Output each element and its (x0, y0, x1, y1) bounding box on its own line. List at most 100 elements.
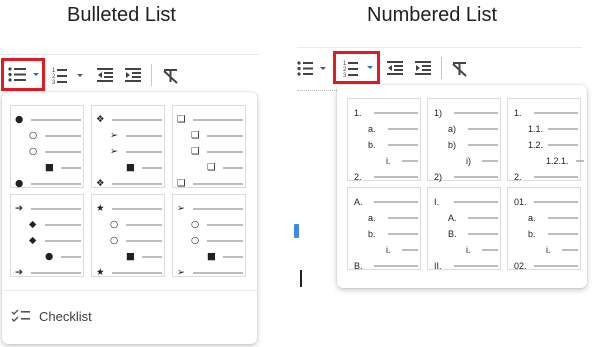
list-marker: B. (448, 229, 457, 239)
bulleted-list-icon (297, 61, 326, 76)
list-marker: 1.1. (528, 124, 544, 134)
list-marker: 2. (514, 172, 522, 182)
line-placeholder (482, 249, 498, 251)
clear-formatting-icon (163, 69, 178, 84)
list-marker: i. (466, 245, 471, 255)
numbered-list-menu: 1. a. b. i. 2. 1) a) b) i) 2) 1. 1.1. 1.2. 1.2.1. 2. A.… (337, 85, 587, 288)
document-text-fragment (294, 224, 299, 238)
bulleted-list-button[interactable] (1, 58, 45, 91)
list-marker: ○ (191, 235, 200, 246)
list-marker: ■ (126, 162, 135, 173)
list-marker: ■ (207, 251, 216, 262)
menu-divider (2, 290, 257, 291)
line-placeholder (45, 135, 81, 137)
line-placeholder (207, 224, 243, 226)
list-marker: i) (466, 156, 471, 166)
list-marker: a. (528, 213, 536, 223)
list-marker: ➔ (15, 203, 23, 214)
line-placeholder (548, 233, 578, 235)
line-placeholder (534, 112, 578, 114)
decrease-indent-button[interactable] (384, 55, 406, 81)
clear-formatting-button[interactable] (159, 62, 183, 88)
line-placeholder (207, 135, 243, 137)
line-placeholder (61, 256, 81, 258)
list-marker: ○ (29, 146, 38, 157)
numbered-preset-card[interactable]: 1. 1.1. 1.2. 1.2.1. 2. (507, 98, 584, 182)
line-placeholder (142, 256, 162, 258)
line-placeholder (468, 144, 498, 146)
line-placeholder (193, 183, 243, 185)
line-placeholder (468, 233, 498, 235)
list-marker: a. (368, 124, 376, 134)
list-marker: b. (368, 229, 376, 239)
line-placeholder (142, 167, 162, 169)
numbered-preset-card[interactable]: 01. a. b. i. 02. (507, 187, 581, 271)
increase-indent-button[interactable] (122, 62, 144, 88)
line-placeholder (548, 144, 578, 146)
list-marker: ■ (126, 251, 135, 262)
bullet-preset-card[interactable]: ❑ ❑ ❑ ❑ ❑ (172, 105, 246, 189)
increase-indent-icon (125, 68, 141, 82)
toolbar-separator (151, 64, 152, 86)
list-marker: ★ (96, 203, 105, 214)
toolbar-separator (441, 57, 442, 79)
bulleted-list-icon (8, 67, 39, 82)
line-placeholder (388, 144, 418, 146)
numbered-list-icon: 1 2 3 (343, 61, 373, 79)
list-marker: ○ (110, 235, 119, 246)
decrease-indent-icon (97, 68, 113, 82)
clear-formatting-button[interactable] (448, 55, 472, 81)
bulleted-list-button[interactable] (296, 55, 332, 81)
list-marker: 1. (514, 108, 522, 118)
line-placeholder (374, 265, 418, 267)
numbered-preset-card[interactable]: A. a. b. i. B. (347, 187, 421, 271)
list-marker: 1. (354, 108, 362, 118)
line-placeholder (223, 256, 243, 258)
bullet-preset-card[interactable]: ● ○ ○ ■ ● (10, 105, 84, 189)
list-marker: ❑ (207, 162, 216, 173)
numbered-preset-card[interactable]: 1) a) b) i) 2) (427, 98, 501, 182)
line-placeholder (45, 151, 81, 153)
numbered-list-heading: Numbered List (367, 4, 498, 26)
bullet-preset-card[interactable]: ★ ○ ○ ■ ★ (91, 194, 165, 278)
line-placeholder (534, 201, 578, 203)
bulleted-list-heading: Bulleted List (67, 4, 176, 26)
line-placeholder (562, 249, 578, 251)
line-placeholder (454, 201, 498, 203)
numbered-preset-card[interactable]: I. A. B. i. II. (427, 187, 501, 271)
chevron-down-icon (320, 67, 326, 70)
list-marker: ➢ (110, 130, 118, 141)
chevron-down-icon (33, 73, 39, 76)
line-placeholder (193, 119, 243, 121)
line-placeholder (31, 119, 81, 121)
list-marker: i. (386, 245, 391, 255)
list-marker: ➔ (15, 267, 23, 278)
list-marker: ○ (29, 130, 38, 141)
line-placeholder (126, 151, 162, 153)
checklist-option[interactable]: Checklist (10, 304, 210, 328)
list-marker: ◆ (29, 219, 37, 230)
line-placeholder (388, 128, 418, 130)
bullet-preset-card[interactable]: ➢ ○ ○ ■ ➢ (172, 194, 246, 278)
line-placeholder (45, 224, 81, 226)
svg-text:3: 3 (52, 80, 56, 86)
numbered-list-button[interactable]: 1 2 3 (333, 51, 380, 84)
decrease-indent-button[interactable] (94, 62, 116, 88)
svg-text:3: 3 (343, 73, 347, 79)
list-marker: a) (448, 124, 457, 134)
bullet-preset-card[interactable]: ➔ ◆ ◆ ● ➔ (10, 194, 84, 278)
line-placeholder (126, 135, 162, 137)
numbered-preset-card[interactable]: 1. a. b. i. 2. (347, 98, 421, 182)
bullet-preset-card[interactable]: ❖ ➢ ➢ ■ ❖ (91, 105, 165, 189)
list-marker: ◆ (29, 235, 37, 246)
list-marker: 2) (434, 172, 443, 182)
line-placeholder (454, 112, 498, 114)
list-marker: i. (386, 156, 391, 166)
numbered-list-button[interactable]: 1 2 3 (50, 62, 90, 88)
chevron-down-icon (367, 66, 373, 69)
bulleted-list-menu: ● ○ ○ ■ ● ❖ ➢ ➢ ■ ❖ ❑ ❑ ❑ ❑ ❑ ➔ ◆ ◆ ● ➔ ★ ○ ○ ■ ★ ➢ ○ ○ ■ ➢ Checklist (2, 92, 257, 344)
checklist-icon (11, 309, 30, 322)
list-marker: ★ (96, 267, 105, 278)
increase-indent-button[interactable] (412, 55, 434, 81)
list-marker: ❑ (191, 146, 200, 157)
